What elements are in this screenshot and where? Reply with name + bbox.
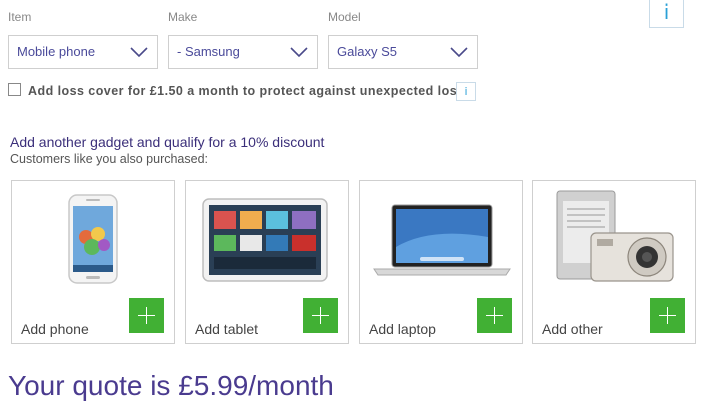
chevron-down-icon [130,47,148,58]
gadget-card-tablet[interactable]: Add tablet [185,180,349,344]
gadget-label: Add other [542,321,603,337]
add-laptop-button[interactable] [477,298,512,333]
gadget-card-other[interactable]: Add other [532,180,696,344]
add-other-button[interactable] [650,298,685,333]
add-tablet-button[interactable] [303,298,338,333]
laptop-image [373,204,511,276]
loss-cover-info-button[interactable]: i [456,82,476,101]
info-button-top[interactable]: i [649,0,684,28]
make-label: Make [168,10,198,24]
promo-subtitle: Customers like you also purchased: [10,152,209,166]
make-value: - Samsung [177,44,240,59]
loss-cover-label: Add loss cover for £1.50 a month to prot… [28,84,465,98]
ereader-camera-image [556,190,674,282]
gadget-card-phone[interactable]: Add phone [11,180,175,344]
item-select[interactable]: Mobile phone [8,35,158,69]
loss-cover-checkbox[interactable] [8,83,21,96]
item-value: Mobile phone [17,44,96,59]
info-icon: i [464,85,468,98]
model-label: Model [328,10,361,24]
item-label: Item [8,10,32,24]
quote-text: Your quote is £5.99/month [8,370,334,401]
add-phone-button[interactable] [129,298,164,333]
tablet-image [202,198,328,282]
model-value: Galaxy S5 [337,44,397,59]
info-icon: i [663,0,670,24]
promo-title: Add another gadget and qualify for a 10%… [10,134,325,150]
gadget-label: Add laptop [369,321,436,337]
chevron-down-icon [290,47,308,58]
make-select[interactable]: - Samsung [168,35,318,69]
chevron-down-icon [450,47,468,58]
phone-image [68,194,118,284]
model-select[interactable]: Galaxy S5 [328,35,478,69]
gadget-label: Add tablet [195,321,259,337]
gadget-card-laptop[interactable]: Add laptop [359,180,523,344]
gadget-label: Add phone [21,321,89,337]
